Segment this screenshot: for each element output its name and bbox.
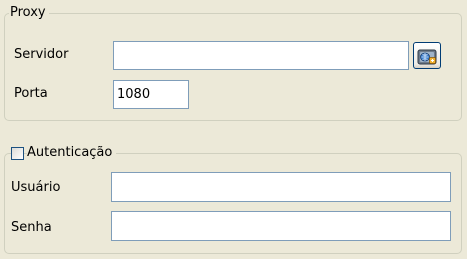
password-label: Senha [11,220,52,235]
server-label: Servidor [14,47,69,62]
password-input[interactable] [111,211,451,241]
authentication-checkbox[interactable] [11,147,24,160]
authentication-group-title[interactable]: Autenticação [27,145,117,161]
proxy-group-title: Proxy [9,5,49,21]
network-folder-icon [417,49,437,65]
user-input[interactable] [111,172,451,202]
browse-server-button[interactable] [413,42,441,69]
user-label: Usuário [11,180,61,195]
server-input[interactable] [113,41,409,70]
port-label: Porta [14,86,48,101]
port-input[interactable] [113,80,189,109]
